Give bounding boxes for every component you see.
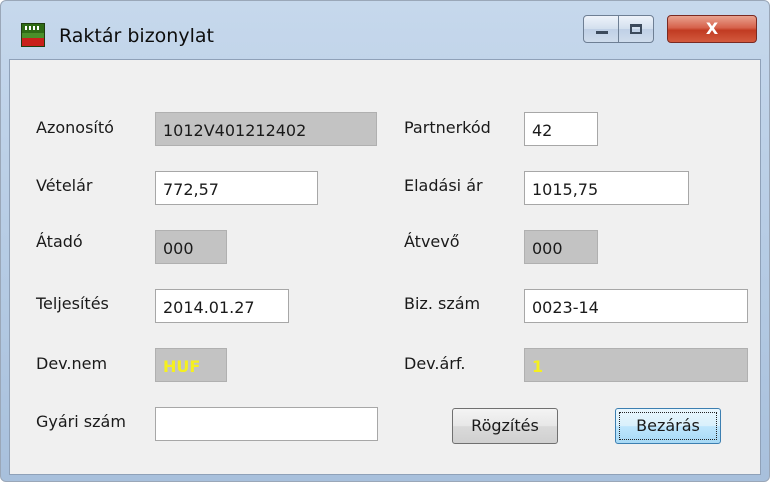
- rogzites-button[interactable]: Rögzítés: [452, 408, 558, 444]
- app-grid-icon[interactable]: [21, 23, 45, 47]
- vetelar-field[interactable]: 772,57: [155, 171, 318, 205]
- close-button[interactable]: X: [667, 15, 757, 43]
- dialog-window: Raktár bizonylat X Azonosító 1012V401212…: [0, 0, 770, 482]
- biz-szam-field[interactable]: 0023-14: [524, 289, 748, 323]
- window-title: Raktár bizonylat: [59, 25, 214, 47]
- minimize-icon: [596, 31, 608, 34]
- dev-nem-label: Dev.nem: [36, 354, 108, 373]
- eladasi-ar-label: Eladási ár: [404, 176, 483, 195]
- azonosito-label: Azonosító: [36, 118, 114, 137]
- partnerkod-field[interactable]: 42: [524, 112, 598, 146]
- app-icon-bottom-band: [22, 38, 44, 46]
- maximize-button[interactable]: [618, 15, 654, 43]
- close-icon: X: [705, 19, 719, 38]
- teljesites-label: Teljesítés: [36, 294, 109, 313]
- form-panel: Azonosító 1012V401212402 Partnerkód 42 V…: [9, 59, 761, 475]
- atvevo-label: Átvevő: [404, 232, 460, 251]
- minimize-button[interactable]: [583, 15, 619, 43]
- azonosito-field[interactable]: 1012V401212402: [155, 112, 377, 146]
- gyari-szam-label: Gyári szám: [36, 412, 126, 431]
- eladasi-ar-field[interactable]: 1015,75: [524, 171, 689, 205]
- teljesites-field[interactable]: 2014.01.27: [155, 289, 289, 323]
- bezaras-button[interactable]: Bezárás: [615, 408, 721, 444]
- app-icon-dots: [25, 26, 41, 30]
- dev-arf-field[interactable]: 1: [524, 348, 748, 382]
- gyari-szam-field[interactable]: [155, 407, 378, 441]
- biz-szam-label: Biz. szám: [404, 294, 481, 313]
- atvevo-field[interactable]: 000: [524, 230, 598, 264]
- maximize-icon: [630, 24, 642, 34]
- dev-arf-label: Dev.árf.: [404, 354, 466, 373]
- dev-nem-field[interactable]: HUF: [155, 348, 227, 382]
- atado-label: Átadó: [36, 232, 83, 251]
- atado-field[interactable]: 000: [155, 230, 227, 264]
- partnerkod-label: Partnerkód: [404, 118, 491, 137]
- title-bar[interactable]: Raktár bizonylat X: [1, 1, 769, 59]
- vetelar-label: Vételár: [36, 176, 93, 195]
